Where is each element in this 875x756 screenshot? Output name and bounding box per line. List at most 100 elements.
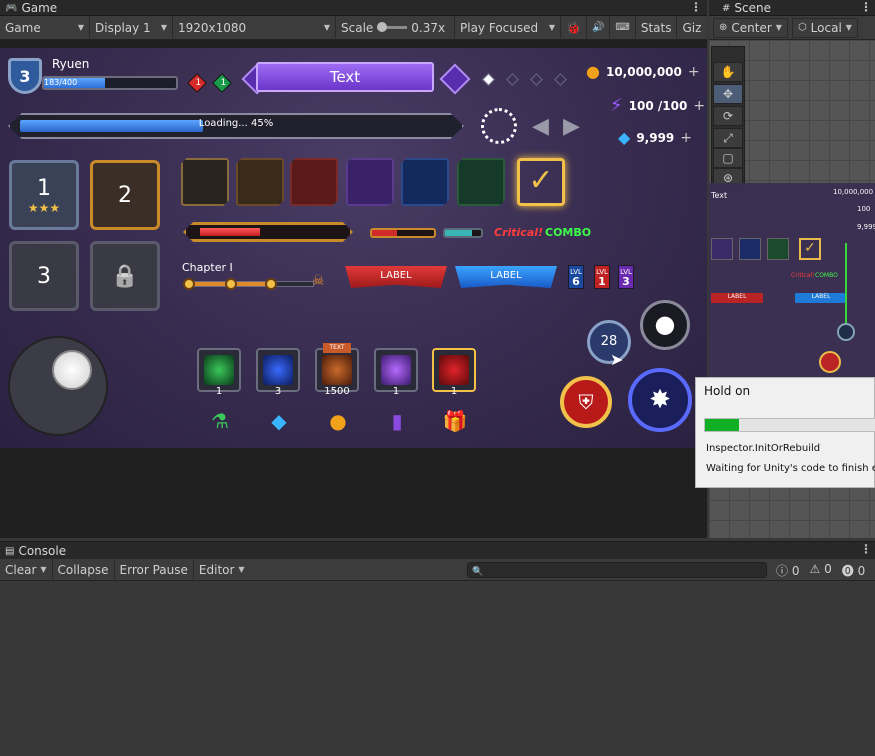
- page-dot[interactable]: [554, 73, 567, 86]
- bomb-button[interactable]: ●: [640, 300, 690, 350]
- rotate-icon: ⟳: [722, 109, 734, 123]
- health-bar-fill: [200, 228, 260, 236]
- color-slot-dark-brown[interactable]: [236, 158, 284, 206]
- color-slot-blue[interactable]: [401, 158, 449, 206]
- scene-tab-bar: # Scene: [709, 0, 875, 16]
- chapter-node[interactable]: [265, 278, 277, 290]
- chapter-node[interactable]: [225, 278, 237, 290]
- rotate-tool[interactable]: ⟳: [713, 106, 743, 126]
- inventory-tag: TEXT: [323, 343, 351, 353]
- warning-count: 0: [824, 562, 832, 576]
- move-gizmo-y-axis[interactable]: [845, 243, 847, 333]
- editor-label: Editor: [198, 562, 235, 577]
- view-dropdown[interactable]: Game ▼: [0, 15, 90, 40]
- shield-button[interactable]: ⛨: [560, 376, 612, 428]
- stats-button[interactable]: Stats: [636, 15, 678, 40]
- bug-button[interactable]: 🐞: [561, 15, 587, 40]
- collapse-toggle[interactable]: Collapse: [53, 558, 115, 581]
- display-dropdown[interactable]: Display 1 ▼: [90, 15, 173, 40]
- add-energy-button[interactable]: +: [693, 98, 705, 114]
- error-icon: ⓿: [841, 564, 854, 578]
- play-mode-dropdown[interactable]: Play Focused ▼: [455, 15, 561, 40]
- game-menu-icon[interactable]: ⋮: [690, 0, 702, 14]
- page-dot[interactable]: [530, 73, 543, 86]
- color-slot-brown[interactable]: [181, 158, 229, 206]
- pivot-dropdown[interactable]: ⊕ Center ▼: [713, 17, 788, 38]
- virtual-joystick[interactable]: [8, 336, 108, 436]
- collapse-label: Collapse: [57, 562, 109, 577]
- color-slot-green[interactable]: [457, 158, 505, 206]
- color-slot-purple[interactable]: [346, 158, 394, 206]
- level-tile-locked[interactable]: 🔒: [90, 241, 160, 311]
- error-pause-toggle[interactable]: Error Pause: [115, 558, 194, 581]
- move-tool[interactable]: ✥: [713, 84, 743, 104]
- label-blue: LABEL: [455, 266, 557, 288]
- editor-dropdown[interactable]: Editor ▼: [194, 559, 250, 581]
- scene-mini-slot: [767, 238, 789, 260]
- clear-dropdown[interactable]: Clear ▼: [0, 558, 53, 581]
- skill-cooldown-button[interactable]: 28: [587, 320, 631, 364]
- tab-game[interactable]: 🎮 Game: [0, 0, 707, 16]
- inventory-slot-fill: [204, 355, 234, 385]
- lvl-badge-purple: LVL 3: [618, 265, 634, 289]
- checkbox-checked[interactable]: ✓: [517, 158, 565, 206]
- tab-console[interactable]: ▤ Console: [0, 542, 875, 560]
- scene-mini-slot: [739, 238, 761, 260]
- error-toggle[interactable]: ⓿ 0: [842, 562, 865, 579]
- scene-mini-button: [837, 323, 855, 341]
- console-search-input[interactable]: 🔍: [467, 562, 767, 578]
- shortcuts-button[interactable]: ⌨: [610, 15, 636, 40]
- arrow-left-icon[interactable]: ◀: [532, 114, 549, 139]
- gizmos-button[interactable]: Giz: [677, 16, 706, 40]
- mini-bar-fill: [445, 230, 472, 236]
- add-diamond-button[interactable]: +: [680, 130, 692, 146]
- level-tile-2[interactable]: 2: [90, 160, 160, 230]
- scene-mini-label: LABEL: [711, 293, 763, 303]
- level-tile-3[interactable]: 3: [9, 241, 79, 311]
- energy-counter: ⚡ 100 /100 +: [610, 95, 705, 116]
- rect-icon: ▢: [722, 151, 734, 165]
- console-log-area[interactable]: [0, 581, 875, 756]
- level-tile-1[interactable]: 1 ★★★: [9, 160, 79, 230]
- page-dot-active[interactable]: [482, 73, 495, 86]
- tab-scene[interactable]: # Scene: [717, 0, 875, 16]
- warning-toggle[interactable]: ⚠ 0: [809, 562, 831, 579]
- lightning-icon: ⚡: [610, 95, 623, 116]
- scale-slider[interactable]: [377, 22, 408, 32]
- console-menu-icon[interactable]: ⋮: [860, 542, 872, 556]
- scene-mini-slot: [711, 238, 733, 260]
- scale-slider-knob[interactable]: [377, 22, 388, 32]
- loading-bar: Loading... 45%: [8, 113, 464, 139]
- health-bar: [183, 222, 353, 242]
- add-gold-button[interactable]: +: [688, 64, 700, 80]
- page-dot[interactable]: [506, 73, 519, 86]
- info-toggle[interactable]: ⓘ 0: [776, 562, 799, 579]
- tab-console-label: Console: [18, 544, 67, 558]
- space-dropdown[interactable]: ⬡ Local ▼: [791, 17, 858, 38]
- view-dropdown-label: Game: [5, 20, 41, 35]
- chapter-node[interactable]: [183, 278, 195, 290]
- lvl-badge-red: LVL 1: [594, 265, 610, 289]
- scale-tool[interactable]: ⤢: [713, 128, 743, 148]
- arrow-right-icon[interactable]: ▶: [563, 114, 580, 139]
- info-count: 0: [791, 564, 800, 578]
- rect-tool[interactable]: ▢: [713, 148, 743, 168]
- mute-button[interactable]: 🔊: [587, 15, 611, 40]
- color-slot-red[interactable]: [290, 158, 338, 206]
- resolution-dropdown[interactable]: 1920x1080 ▼: [173, 15, 336, 40]
- gold-value: 10,000,000: [605, 64, 682, 79]
- grid-icon: #: [722, 2, 731, 14]
- coin-stack-icon: ●: [329, 409, 347, 433]
- mouse-cursor-icon: ➤: [610, 350, 624, 369]
- hand-icon: ✋: [720, 65, 736, 79]
- scene-mini-text: Text: [711, 191, 728, 200]
- scene-menu-icon[interactable]: ⋮: [860, 0, 872, 14]
- spellbook-icon: ▮: [391, 409, 403, 433]
- hand-tool[interactable]: ✋: [713, 62, 743, 82]
- scene-mini-diamond: 9,999: [857, 223, 875, 231]
- scale-control[interactable]: Scale 0.37x: [336, 15, 455, 40]
- joystick-knob[interactable]: [52, 350, 92, 390]
- log-counters: ⓘ 0 ⚠ 0 ⓿ 0: [776, 562, 865, 579]
- xp-bar: 183/400: [42, 76, 178, 90]
- attack-button[interactable]: ✸: [628, 368, 692, 432]
